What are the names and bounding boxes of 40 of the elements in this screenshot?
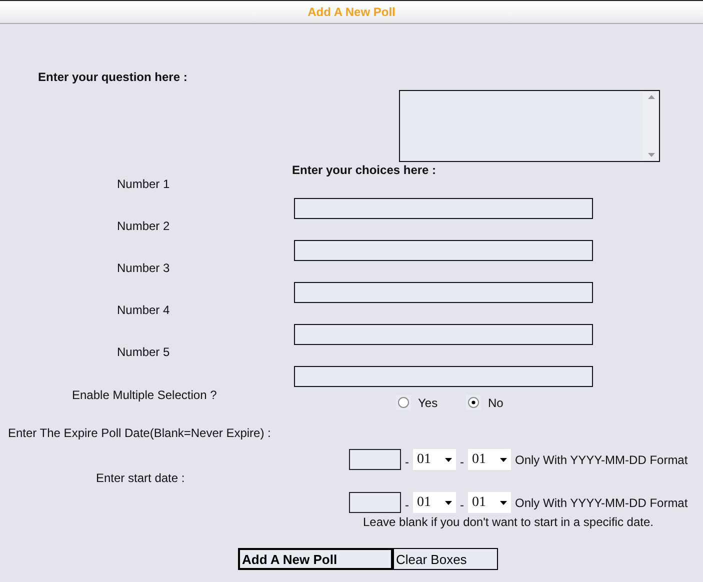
date-separator: - xyxy=(405,454,409,468)
caret-icon xyxy=(500,500,507,504)
page-title: Add A New Poll xyxy=(308,5,396,19)
year-field[interactable] xyxy=(349,449,401,470)
format-hint: Only With YYYY-MM-DD Format xyxy=(515,452,688,466)
radio-button[interactable] xyxy=(396,395,411,410)
choice-label: Number 5 xyxy=(117,345,170,359)
radio-label: No xyxy=(488,396,504,410)
add-poll-button[interactable]: Add A New Poll xyxy=(238,548,393,570)
caret-icon xyxy=(500,458,507,462)
choice-label: Number 1 xyxy=(117,177,170,191)
date-separator: - xyxy=(405,498,409,512)
choice-field[interactable] xyxy=(294,282,593,303)
choice-label: Number 2 xyxy=(117,219,170,233)
radio-button[interactable] xyxy=(466,395,481,410)
year-field[interactable] xyxy=(349,492,401,513)
choice-field[interactable] xyxy=(294,324,593,345)
start-date-label: Enter start date : xyxy=(96,471,185,485)
month-select[interactable]: 01 xyxy=(413,492,456,513)
choice-label: Number 4 xyxy=(117,303,170,317)
day-select[interactable]: 01 xyxy=(468,492,511,513)
date-separator: - xyxy=(460,454,464,468)
date-separator: - xyxy=(460,498,464,512)
question-field[interactable] xyxy=(399,90,660,162)
start-date-note: Leave blank if you don't want to start in a specific date. xyxy=(363,515,654,529)
choice-label: Number 3 xyxy=(117,261,170,275)
choice-field[interactable] xyxy=(294,366,593,387)
choices-heading: Enter your choices here : xyxy=(292,163,436,177)
format-hint: Only With YYYY-MM-DD Format xyxy=(515,496,688,510)
day-select[interactable]: 01 xyxy=(468,449,511,470)
clear-button[interactable]: Clear Boxes xyxy=(393,548,498,570)
radio-label: Yes xyxy=(418,396,438,410)
choice-field[interactable] xyxy=(294,240,593,261)
expire-date-label: Enter The Expire Poll Date(Blank=Never Expire) : xyxy=(8,426,271,440)
question-label: Enter your question here : xyxy=(38,70,188,84)
multiple-selection-label: Enable Multiple Selection ? xyxy=(72,388,218,402)
caret-icon xyxy=(445,500,452,504)
caret-icon xyxy=(445,458,452,462)
choice-field[interactable] xyxy=(294,198,593,219)
month-select[interactable]: 01 xyxy=(413,449,456,470)
